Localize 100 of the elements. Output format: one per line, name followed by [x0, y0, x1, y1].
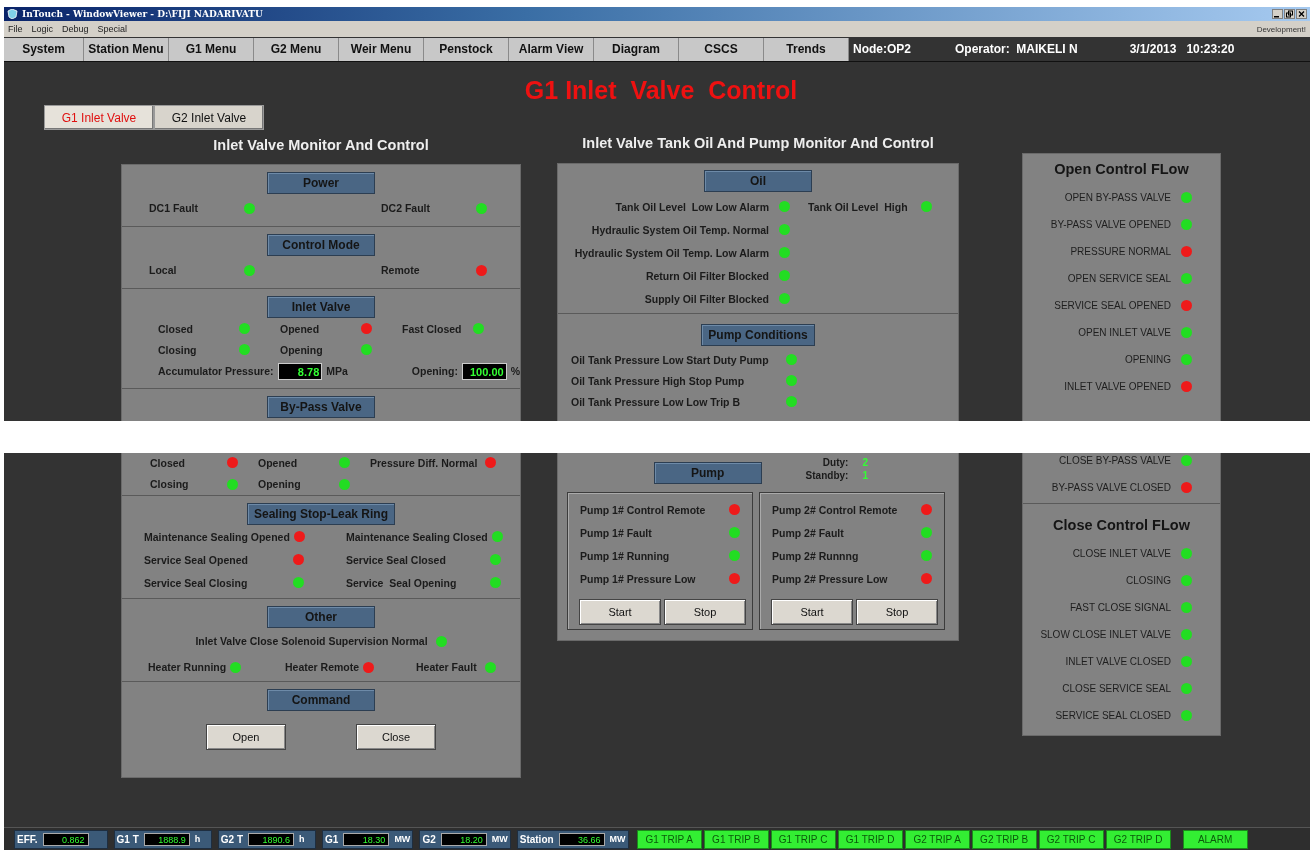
indicator-label: Supply Oil Filter Blocked: [644, 292, 769, 305]
trip-indicator: G1 TRIP B: [703, 829, 769, 849]
indicator-label: BY-PASS VALVE OPENED: [1050, 219, 1171, 230]
indicator-label: SERVICE SEAL CLOSED: [1055, 710, 1171, 721]
trip-indicator: G2 TRIP B: [971, 829, 1037, 849]
nav-button[interactable]: Trends: [764, 37, 849, 61]
indicator-label: Service Seal Closed: [346, 553, 446, 566]
indicator-label: Remote: [381, 264, 420, 276]
indicator-label: OPEN BY-PASS VALVE: [1064, 192, 1171, 203]
readout-field: 1890.6: [248, 832, 295, 846]
indicator-label: CLOSE SERVICE SEAL: [1062, 683, 1171, 694]
unit-label: MW: [491, 834, 508, 844]
indicator-label: Opened: [280, 322, 320, 335]
nav-button[interactable]: Diagram: [594, 37, 679, 61]
indicator-label: PRESSURE NORMAL: [1070, 246, 1171, 257]
nav-button[interactable]: System: [4, 37, 84, 61]
section-header: Sealing Stop-Leak Ring: [247, 503, 395, 525]
nav-button[interactable]: Station Menu: [84, 37, 169, 61]
indicator-label: Closing: [158, 343, 197, 356]
nav-button[interactable]: Alarm View: [509, 37, 594, 61]
indicator-label: Fast Closed: [402, 322, 462, 335]
menu-item[interactable]: Logic: [31, 24, 54, 34]
indicator-label: Return Oil Filter Blocked: [645, 269, 769, 282]
readout-field: 0.862: [42, 832, 89, 846]
nav-button[interactable]: CSCS: [679, 37, 764, 61]
minimize-icon[interactable]: [1272, 9, 1283, 19]
node-label: Node:OP2: [853, 42, 911, 56]
duty-value: 2: [862, 457, 869, 468]
indicator-label: CLOSE BY-PASS VALVE: [1059, 455, 1171, 466]
flow-title: Open Control FLow: [1053, 160, 1190, 178]
indicator-label: SERVICE SEAL OPENED: [1054, 300, 1171, 311]
readout-label: EFF.: [17, 833, 38, 845]
pump-button[interactable]: Start: [771, 599, 853, 625]
menu-item[interactable]: Debug: [62, 24, 89, 34]
indicator-label: Tank Oil Level Low Low Alarm: [615, 200, 769, 213]
unit-label: MW: [609, 834, 626, 844]
indicator-label: CLOSE INLET VALVE: [1072, 548, 1171, 559]
mode-label: Development!: [1256, 24, 1306, 34]
indicator-label: FAST CLOSE SIGNAL: [1070, 602, 1171, 613]
readout-label: Accumulator Pressure:: [158, 365, 274, 377]
indicator-label: DC2 Fault: [381, 202, 430, 214]
indicator-label: Pump 1# Control Remote: [580, 503, 706, 516]
pump-button[interactable]: Stop: [664, 599, 746, 625]
section-header: Other: [267, 606, 375, 628]
trip-indicator: G2 TRIP C: [1038, 829, 1104, 849]
indicator-label: Oil Tank Pressure Low Start Duty Pump: [571, 353, 769, 366]
restore-icon[interactable]: [1284, 9, 1295, 19]
indicator-label: Heater Fault: [416, 661, 477, 673]
nav-button[interactable]: Weir Menu: [339, 37, 424, 61]
indicator-label: Opened: [258, 456, 298, 469]
indicator-label: Pump 1# Running: [580, 549, 670, 562]
duty-label: Duty:: [821, 457, 849, 468]
readout-label: G1: [325, 833, 339, 845]
nav-button[interactable]: G1 Menu: [169, 37, 254, 61]
nav-button[interactable]: Penstock: [424, 37, 509, 61]
tab[interactable]: G1 Inlet Valve: [44, 105, 154, 130]
indicator-label: Pump 1# Pressure Low: [580, 572, 696, 585]
readout-label: G2: [422, 833, 436, 845]
section-header: Control Mode: [267, 234, 375, 256]
readout-label: Opening:: [411, 365, 458, 377]
readout-label: Station: [519, 833, 554, 845]
indicator-label: Service Seal Opening: [346, 576, 457, 589]
pump-button[interactable]: Start: [579, 599, 661, 625]
readout-field: 8.78: [277, 362, 323, 380]
tab[interactable]: G2 Inlet Valve: [154, 105, 264, 130]
indicator-label: Pressure Diff. Normal: [370, 456, 478, 469]
close-icon[interactable]: [1296, 9, 1307, 19]
page-title: G1 Inlet Valve Control: [524, 75, 798, 105]
indicator-label: INLET VALVE OPENED: [1064, 381, 1171, 392]
indicator-label: Pump 2# Runnng: [772, 549, 859, 562]
readout-field: 18.20: [440, 832, 487, 846]
readout-field: 18.30: [343, 832, 390, 846]
menu-item[interactable]: Special: [97, 24, 128, 34]
indicator-label: INLET VALVE CLOSED: [1065, 656, 1171, 667]
section-header: Pump Conditions: [701, 324, 815, 346]
command-button[interactable]: Close: [356, 724, 436, 750]
indicator-label: Pump 1# Fault: [580, 526, 652, 539]
menu-item[interactable]: File: [8, 24, 23, 34]
trip-indicator: G2 TRIP D: [1105, 829, 1171, 849]
panel-heading: Inlet Valve Tank Oil And Pump Monitor And Control: [581, 134, 935, 152]
indicator-label: Maintenance Sealing Opened: [144, 530, 290, 543]
section-header: Pump: [653, 462, 762, 484]
indicator-label: Pump 2# Control Remote: [772, 503, 898, 516]
indicator-label: OPEN INLET VALVE: [1078, 327, 1171, 338]
indicator-label: Opening: [280, 343, 323, 356]
flow-title: Close Control FLow: [1052, 516, 1191, 534]
indicator-label: Pump 2# Pressure Low: [772, 572, 888, 585]
indicator-label: Maintenance Sealing Closed: [346, 530, 488, 543]
indicator-label: Oil Tank Pressure Low Low Trip B: [571, 395, 740, 408]
pump-button[interactable]: Stop: [856, 599, 938, 625]
indicator-label: Oil Tank Pressure High Stop Pump: [571, 374, 745, 387]
indicator-label: Tank Oil Level High: [808, 200, 908, 213]
nav-button[interactable]: G2 Menu: [254, 37, 339, 61]
section-header: Command: [267, 689, 375, 711]
trip-indicator: G2 TRIP A: [904, 829, 970, 849]
command-button[interactable]: Open: [206, 724, 286, 750]
indicator-label: SLOW CLOSE INLET VALVE: [1040, 629, 1171, 640]
readout-field: 100.00: [461, 362, 507, 380]
section-header: Power: [267, 172, 375, 194]
indicator-label: Hydraulic System Oil Temp. Low Alarm: [574, 246, 769, 259]
